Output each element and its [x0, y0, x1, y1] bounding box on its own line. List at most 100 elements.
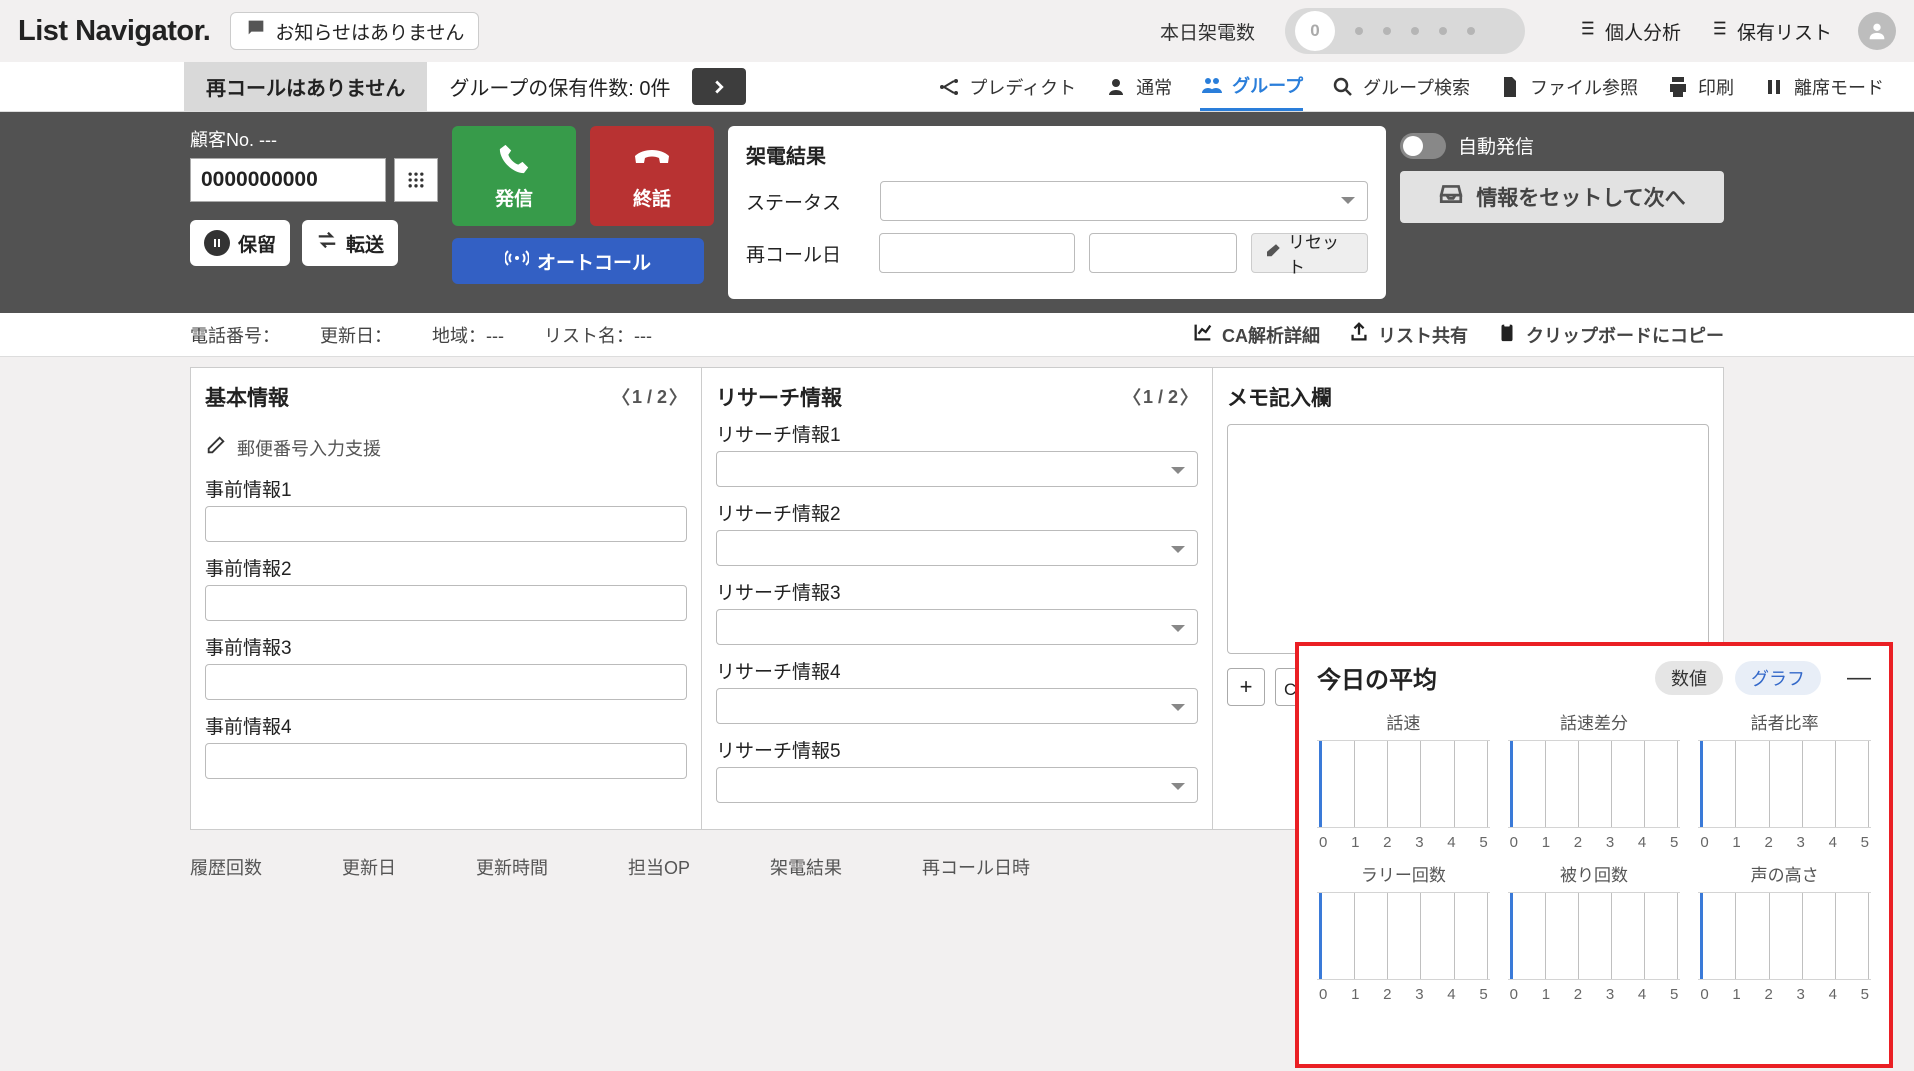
chevron-right-icon: 〉 — [669, 384, 687, 410]
reset-label: リセット — [1288, 228, 1355, 278]
research-pager[interactable]: 〈1 / 2〉 — [1123, 384, 1198, 410]
held-list-link[interactable]: 保有リスト — [1707, 17, 1832, 45]
preinfo4-input[interactable] — [205, 743, 687, 779]
avg-tab-number[interactable]: 数値 — [1655, 661, 1723, 695]
mode-group[interactable]: グループ — [1200, 62, 1303, 111]
dot-icon — [1355, 27, 1363, 35]
today-average-title: 今日の平均 — [1317, 660, 1437, 695]
preinfo1-input[interactable] — [205, 506, 687, 542]
list-name-label: リスト名：--- — [544, 322, 652, 348]
research3-select[interactable] — [716, 609, 1198, 645]
share-list-label: リスト共有 — [1378, 322, 1468, 348]
share-list-button[interactable]: リスト共有 — [1348, 321, 1468, 348]
avg-chart-bars — [1508, 892, 1681, 980]
preinfo2-label: 事前情報2 — [205, 554, 687, 581]
hist-col-count: 履歴回数 — [190, 854, 262, 880]
ca-analysis-button[interactable]: CA解析詳細 — [1192, 321, 1320, 348]
mode-file-ref-label: ファイル参照 — [1530, 74, 1638, 100]
preinfo3-input[interactable] — [205, 664, 687, 700]
region-label: 地域：--- — [432, 322, 504, 348]
postal-helper-button[interactable]: 郵便番号入力支援 — [205, 434, 687, 461]
today-calls-count: 0 — [1295, 11, 1335, 51]
today-calls-pill: 0 — [1285, 8, 1525, 54]
dot-icon — [1411, 27, 1419, 35]
mode-group-search[interactable]: グループ検索 — [1331, 74, 1470, 100]
status-select[interactable] — [880, 181, 1368, 221]
customer-no-label: 顧客No. --- — [190, 126, 438, 152]
clipboard-icon — [1496, 321, 1518, 348]
avg-chart-labels: 012345 — [1317, 986, 1490, 1003]
autocall-label: オートコール — [537, 248, 651, 275]
mode-print[interactable]: 印刷 — [1666, 74, 1734, 100]
avg-chart-c5: 被り回数012345 — [1508, 861, 1681, 1003]
hangup-button[interactable]: 終話 — [590, 126, 714, 226]
avg-minimize-button[interactable]: — — [1847, 664, 1871, 692]
personal-analysis-label: 個人分析 — [1605, 18, 1681, 45]
research3-label: リサーチ情報3 — [716, 578, 1198, 605]
ca-analysis-label: CA解析詳細 — [1222, 322, 1320, 348]
next-button[interactable] — [692, 68, 746, 105]
avg-tab-graph[interactable]: グラフ — [1735, 661, 1821, 695]
recall-time-input[interactable] — [1089, 233, 1237, 273]
basic-page-label: 1 / 2 — [632, 387, 667, 408]
research2-select[interactable] — [716, 530, 1198, 566]
memo-add-button[interactable]: + — [1227, 668, 1265, 706]
chevron-left-icon: 〈 — [1123, 384, 1141, 410]
mode-file-ref[interactable]: ファイル参照 — [1498, 74, 1638, 100]
hold-button[interactable]: 保留 — [190, 220, 290, 266]
basic-pager[interactable]: 〈1 / 2〉 — [612, 384, 687, 410]
preinfo4-label: 事前情報4 — [205, 712, 687, 739]
reset-button[interactable]: リセット — [1251, 233, 1368, 273]
chart-icon — [1192, 321, 1214, 348]
avg-chart-bars — [1317, 740, 1490, 828]
avg-chart-bars — [1317, 892, 1490, 980]
avg-chart-labels: 012345 — [1698, 834, 1871, 851]
customer-no-field[interactable]: 0000000000 — [190, 158, 386, 202]
mode-predict[interactable]: プレディクト — [937, 74, 1076, 100]
mode-away[interactable]: 離席モード — [1762, 74, 1884, 100]
autocall-button[interactable]: オートコール — [452, 238, 704, 284]
copy-clipboard-button[interactable]: クリップボードにコピー — [1496, 321, 1724, 348]
auto-call-toggle-label: 自動発信 — [1458, 132, 1534, 159]
auto-call-toggle[interactable]: 自動発信 — [1400, 132, 1724, 159]
call-button[interactable]: 発信 — [452, 126, 576, 226]
research1-label: リサーチ情報1 — [716, 420, 1198, 447]
notification-text: お知らせはありません — [275, 18, 464, 45]
research1-select[interactable] — [716, 451, 1198, 487]
mode-group-search-label: グループ検索 — [1363, 74, 1470, 100]
user-avatar[interactable] — [1858, 12, 1896, 50]
transfer-icon — [316, 229, 338, 257]
mode-predict-label: プレディクト — [969, 74, 1076, 100]
mode-normal-label: 通常 — [1136, 74, 1172, 100]
mode-group-label: グループ — [1232, 72, 1303, 98]
preinfo2-input[interactable] — [205, 585, 687, 621]
dot-icon — [1439, 27, 1447, 35]
personal-analysis-link[interactable]: 個人分析 — [1575, 17, 1681, 45]
preinfo1-label: 事前情報1 — [205, 475, 687, 502]
set-info-next-button[interactable]: 情報をセットして次へ — [1400, 171, 1724, 223]
updated-date-label: 更新日： — [320, 322, 392, 348]
postal-helper-label: 郵便番号入力支援 — [237, 435, 381, 461]
dot-icon — [1383, 27, 1391, 35]
mode-print-label: 印刷 — [1698, 74, 1734, 100]
avg-chart-c6: 声の高さ012345 — [1698, 861, 1871, 1003]
transfer-button[interactable]: 転送 — [302, 220, 398, 266]
mode-normal[interactable]: 通常 — [1104, 74, 1172, 100]
notification-pill[interactable]: お知らせはありません — [230, 12, 479, 50]
research4-select[interactable] — [716, 688, 1198, 724]
toggle-icon — [1400, 133, 1446, 159]
recall-date-input[interactable] — [879, 233, 1075, 273]
held-list-label: 保有リスト — [1737, 18, 1832, 45]
copy-clipboard-label: クリップボードにコピー — [1526, 322, 1724, 348]
group-hold-count: グループの保有件数: 0件 — [427, 62, 692, 111]
avg-chart-c4: ラリー回数012345 — [1317, 861, 1490, 1003]
avg-chart-c2: 話速差分012345 — [1508, 709, 1681, 851]
dialpad-button[interactable] — [394, 158, 438, 202]
research5-select[interactable] — [716, 767, 1198, 803]
avg-chart-title: 被り回数 — [1508, 861, 1681, 886]
inbox-icon — [1438, 181, 1464, 213]
avg-chart-title: 話速 — [1317, 709, 1490, 734]
memo-textarea[interactable] — [1227, 424, 1709, 654]
hist-col-op: 担当OP — [628, 854, 690, 880]
avg-chart-labels: 012345 — [1698, 986, 1871, 1003]
